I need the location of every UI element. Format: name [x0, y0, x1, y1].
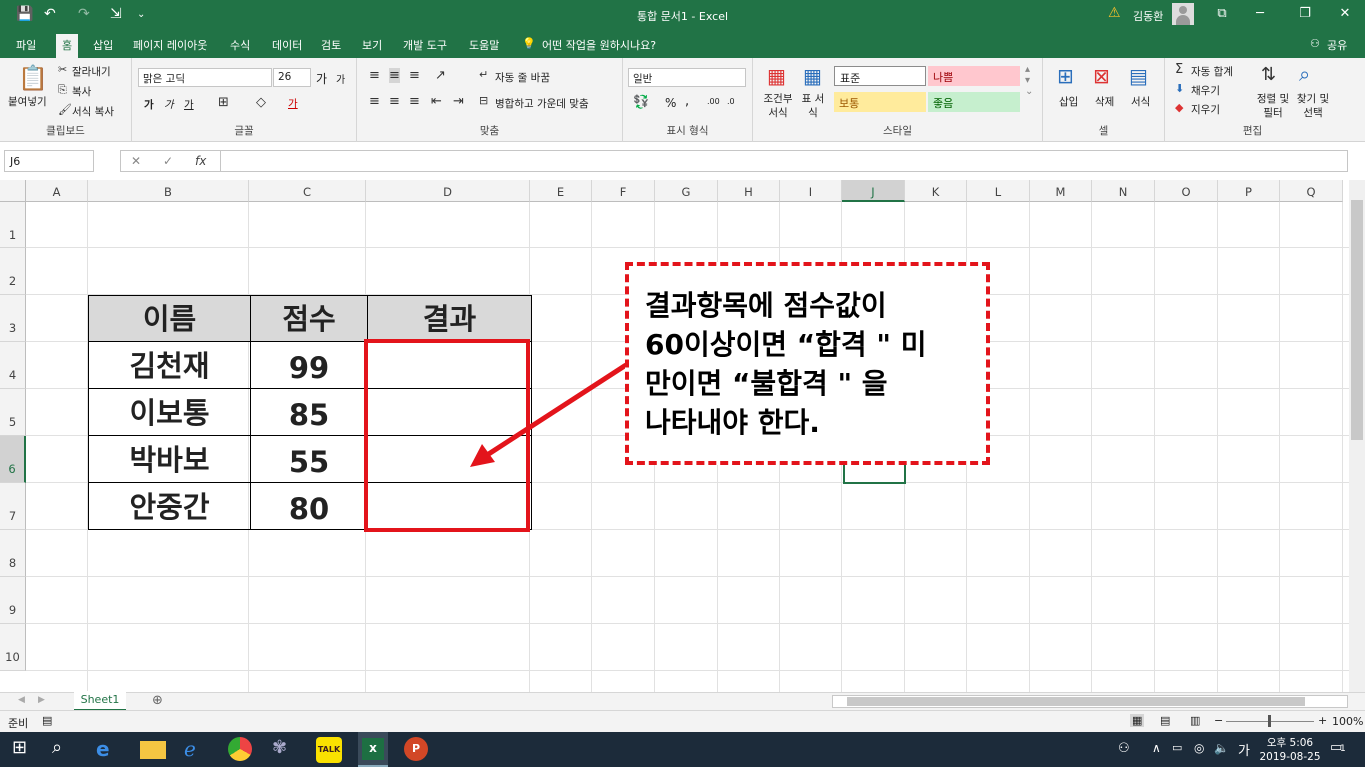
callout-line: 나타내야 한다.: [645, 406, 820, 439]
powerpoint-icon[interactable]: P: [404, 737, 428, 761]
volume-icon[interactable]: 🔈: [1214, 741, 1229, 755]
kakaotalk-icon[interactable]: TALK: [316, 737, 342, 763]
tray-expand-icon[interactable]: ∧: [1152, 741, 1161, 755]
status-ready: 준비: [8, 717, 29, 730]
horizontal-scrollbar[interactable]: [832, 695, 1348, 708]
add-sheet-button[interactable]: ⊕: [152, 693, 163, 708]
zoom-out-icon[interactable]: −: [1214, 714, 1223, 727]
callout-box: 결과항목에 점수값이 60이상이면 “합격 " 미 만이면 “불합격 " 을 나…: [625, 262, 990, 465]
windows-start-icon[interactable]: ⊞: [12, 737, 38, 763]
battery-icon: ▭: [1172, 741, 1183, 754]
highlight-box: [364, 339, 530, 532]
zoom-level[interactable]: 100%: [1332, 715, 1363, 728]
arrow-line: [482, 362, 628, 460]
normal-view-icon[interactable]: ▦: [1130, 714, 1145, 727]
macro-record-icon[interactable]: ▤: [42, 714, 52, 727]
file-explorer-icon[interactable]: [140, 741, 166, 759]
zoom-in-icon[interactable]: +: [1318, 714, 1327, 727]
prev-sheet-icon[interactable]: ◀: [18, 695, 25, 705]
clock-time[interactable]: 오후 5:06: [1262, 735, 1318, 750]
callout-line: 결과항목에 점수값이: [645, 289, 887, 322]
page-break-icon[interactable]: ▥: [1190, 714, 1200, 727]
page-layout-icon[interactable]: ▤: [1160, 714, 1170, 727]
callout-line: 60이상이면 “합격 " 미: [645, 328, 927, 361]
excel-taskbar-icon[interactable]: x: [358, 732, 388, 767]
app-icon[interactable]: ✾: [272, 737, 298, 763]
ie-icon[interactable]: ℯ: [184, 737, 210, 763]
sheet-tab-bar: ◀ ▶ ⊕: [0, 692, 1365, 710]
chrome-icon[interactable]: [228, 737, 252, 761]
notification-count: 1: [1340, 744, 1346, 754]
ime-indicator[interactable]: 가: [1238, 740, 1250, 759]
edge-icon[interactable]: e: [96, 737, 122, 763]
search-icon[interactable]: ⌕: [52, 737, 78, 763]
status-bar: 준비 ▤ ▦ ▤ ▥ − + 100%: [0, 710, 1365, 732]
callout-line: 만이면 “불합격 " 을: [645, 367, 888, 400]
next-sheet-icon[interactable]: ▶: [38, 695, 45, 705]
taskbar: ⊞ ⌕ e ℯ ✾ TALK x P ⚇ ∧ ▭ ◎ 🔈 가 오후 5:06 2…: [0, 732, 1365, 767]
clock-date[interactable]: 2019-08-25: [1258, 751, 1322, 763]
people-icon[interactable]: ⚇: [1118, 741, 1130, 756]
arrow-head: [470, 444, 495, 467]
hscroll-thumb[interactable]: [847, 697, 1305, 706]
zoom-thumb[interactable]: [1268, 715, 1271, 727]
network-icon[interactable]: ◎: [1194, 741, 1204, 755]
sheet-tab[interactable]: Sheet1: [74, 691, 126, 711]
